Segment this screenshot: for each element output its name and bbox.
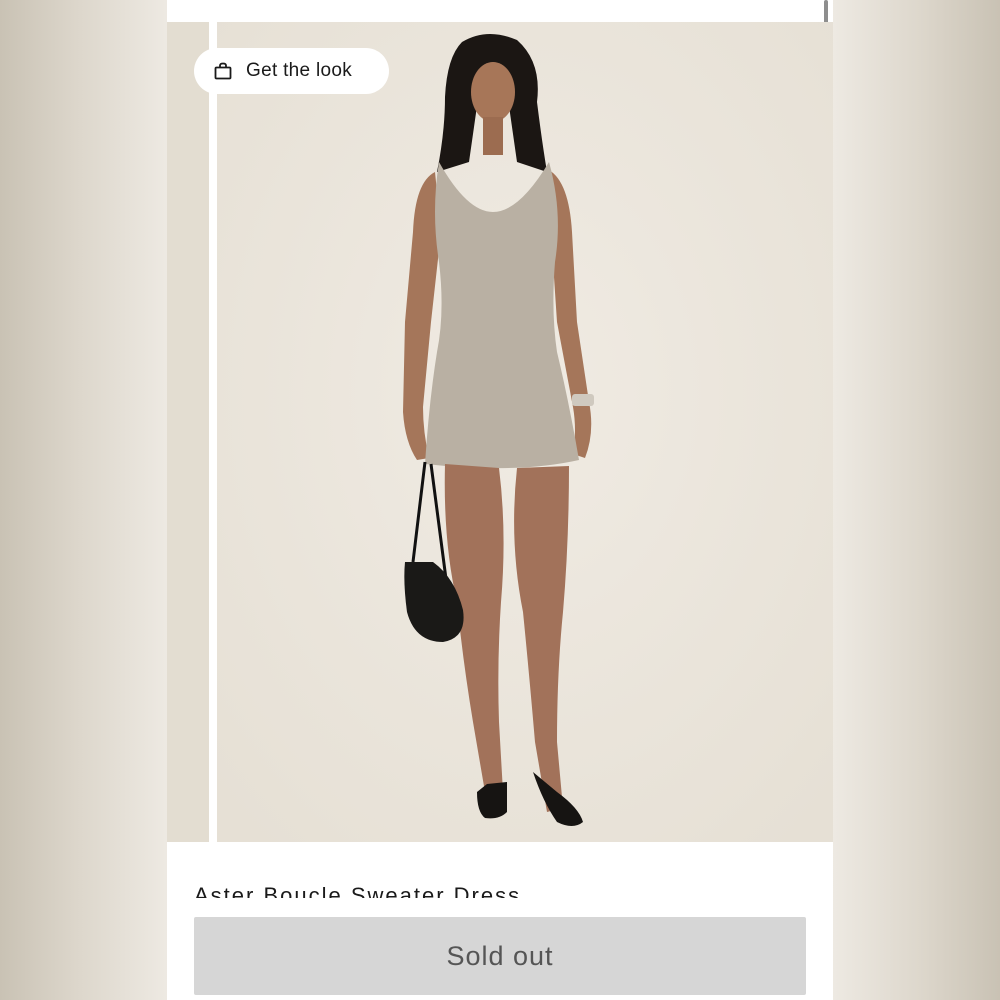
- product-title: Aster Boucle Sweater Dress: [194, 883, 522, 898]
- get-the-look-button[interactable]: Get the look: [194, 48, 389, 94]
- product-image-gallery[interactable]: Get the look: [167, 22, 833, 842]
- product-photo[interactable]: [217, 22, 833, 842]
- sold-out-label: Sold out: [446, 940, 554, 971]
- get-the-look-label: Get the look: [246, 60, 353, 81]
- sold-out-button[interactable]: Sold out: [194, 917, 806, 995]
- mobile-product-page: Get the look Aster Boucle Sweater Dress …: [167, 0, 833, 1000]
- shopping-bag-icon: [214, 62, 232, 80]
- model-photo-illustration: [217, 22, 833, 842]
- previous-slide-peek[interactable]: [167, 22, 209, 842]
